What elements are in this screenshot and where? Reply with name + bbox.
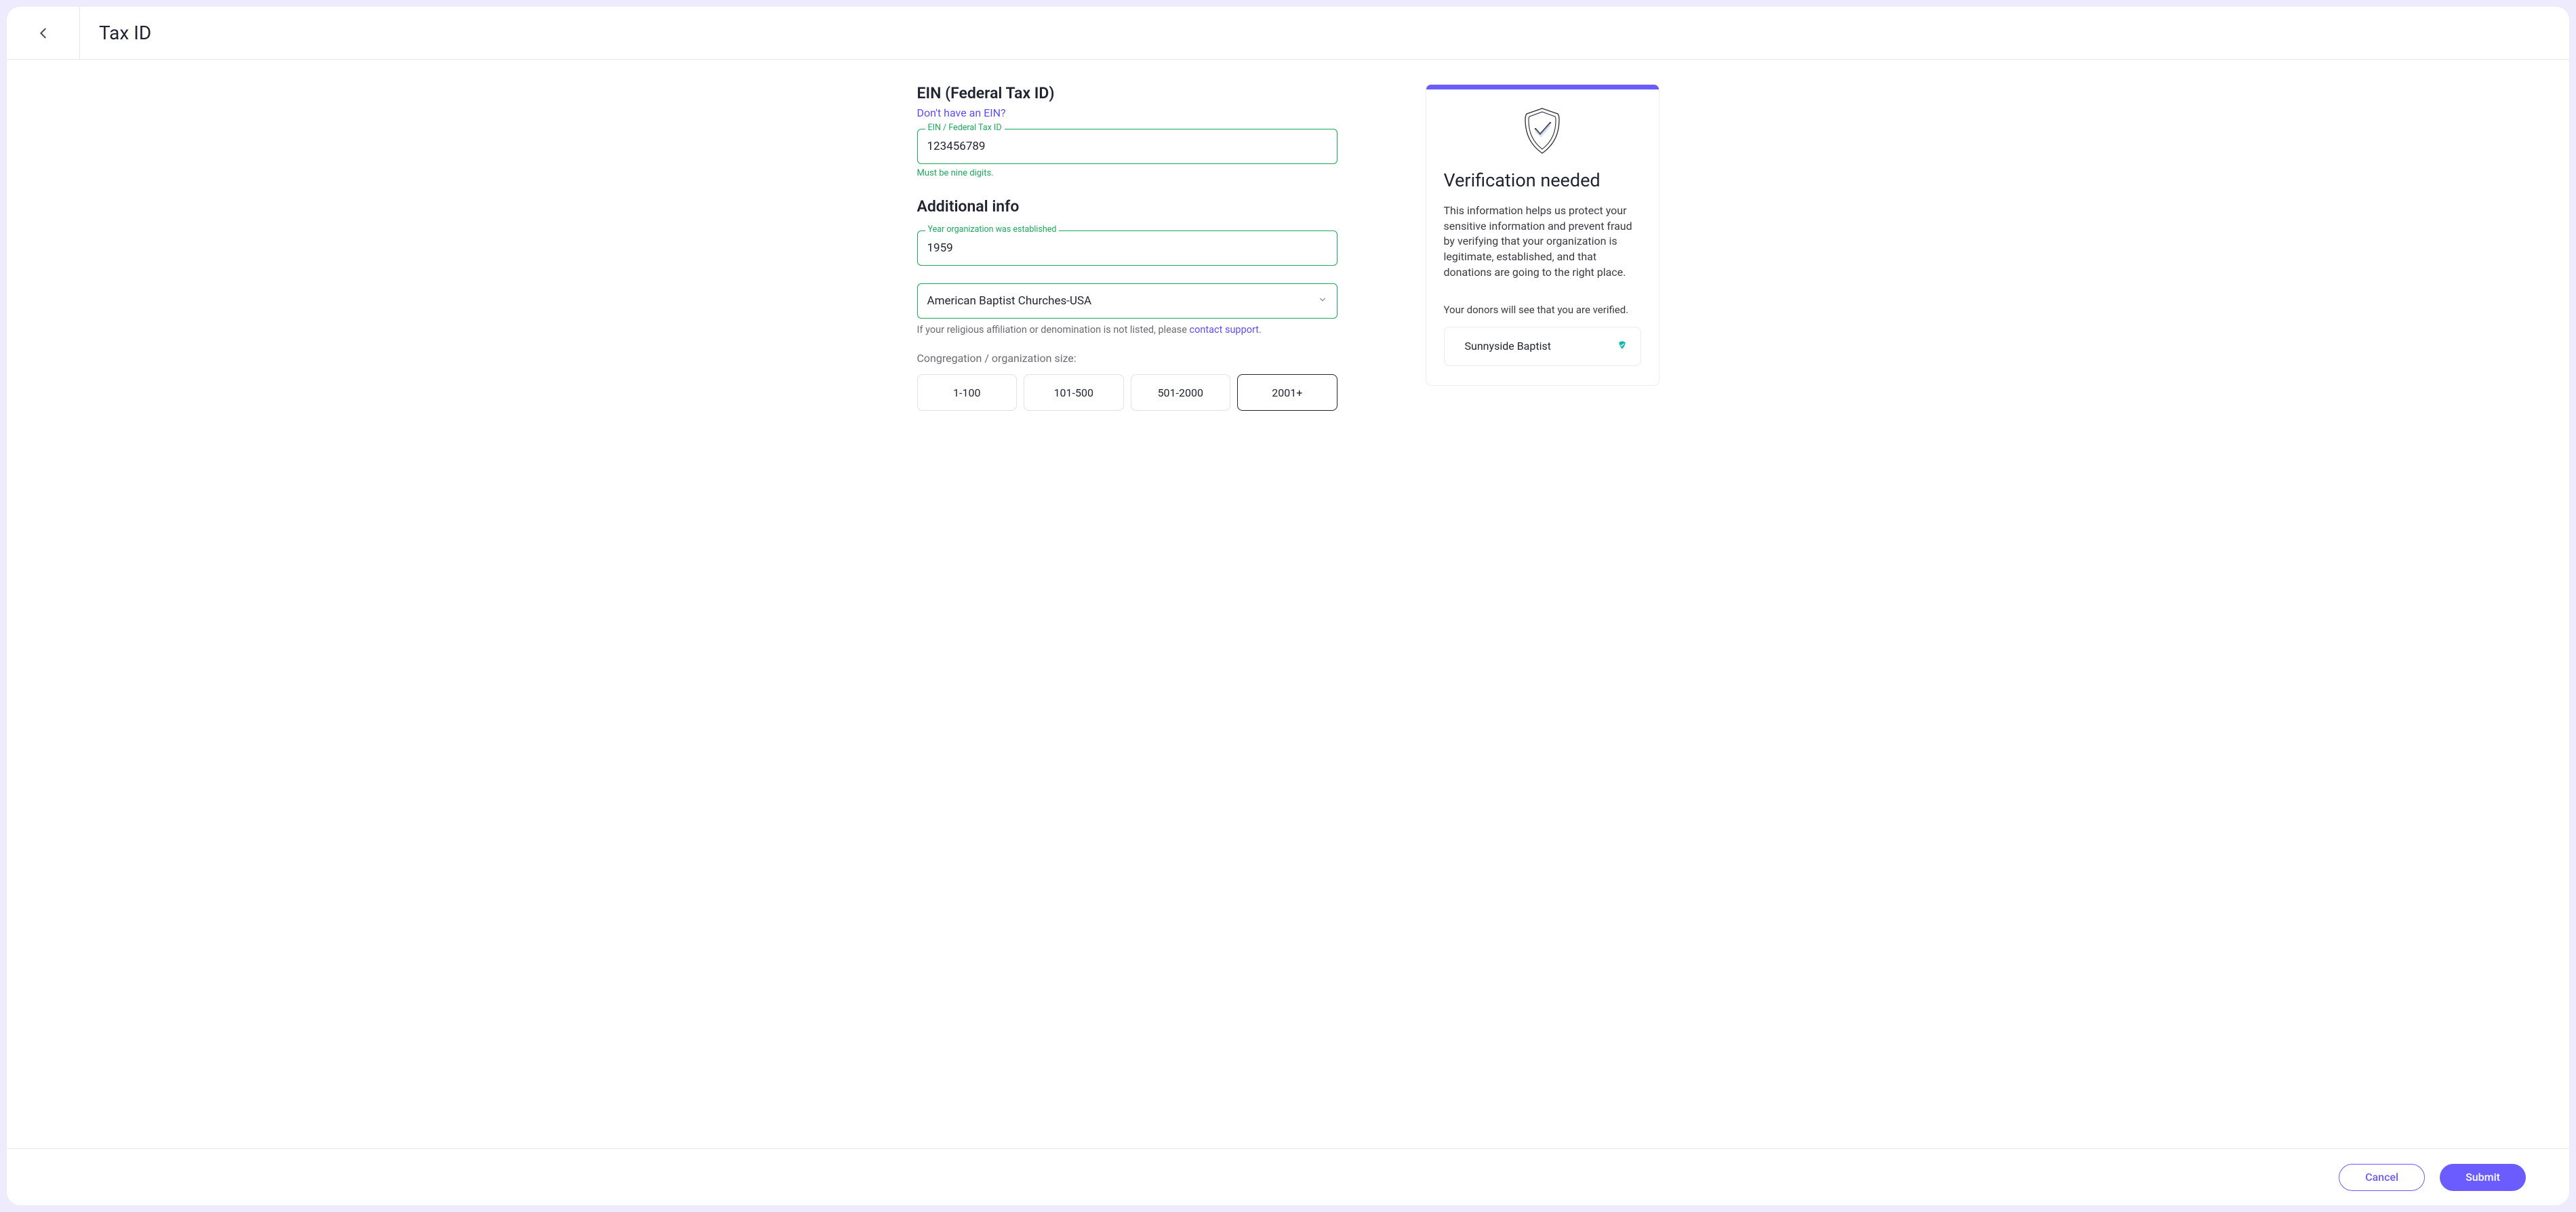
- verification-card-accent: [1426, 85, 1659, 89]
- size-option-1[interactable]: 101-500: [1024, 374, 1124, 411]
- form-column: EIN (Federal Tax ID) Don't have an EIN? …: [917, 84, 1337, 1148]
- year-input[interactable]: [917, 230, 1337, 266]
- size-option-0[interactable]: 1-100: [917, 374, 1018, 411]
- verification-description: This information helps us protect your s…: [1444, 203, 1641, 281]
- ein-help-link[interactable]: Don't have an EIN?: [917, 106, 1006, 119]
- chevron-down-icon: [1318, 294, 1327, 308]
- denomination-field: American Baptist Churches-USA: [917, 283, 1337, 319]
- submit-button[interactable]: Submit: [2440, 1164, 2526, 1191]
- contact-support-link[interactable]: contact support: [1190, 324, 1259, 336]
- verified-org-name: Sunnyside Baptist: [1465, 340, 1551, 352]
- side-column: Verification needed This information hel…: [1426, 84, 1659, 1148]
- ein-field-label: EIN / Federal Tax ID: [925, 123, 1005, 133]
- page-title: Tax ID: [80, 22, 151, 44]
- size-option-3[interactable]: 2001+: [1237, 374, 1337, 411]
- ein-field: EIN / Federal Tax ID: [917, 129, 1337, 164]
- size-chip-row: 1-100 101-500 501-2000 2001+: [917, 374, 1337, 411]
- chevron-left-icon: [36, 26, 51, 41]
- verification-title: Verification needed: [1444, 169, 1641, 191]
- denomination-hint: If your religious affiliation or denomin…: [917, 324, 1337, 336]
- year-field: Year organization was established: [917, 230, 1337, 266]
- verification-donor-note: Your donors will see that you are verifi…: [1444, 304, 1641, 316]
- cancel-button[interactable]: Cancel: [2339, 1164, 2425, 1191]
- ein-input[interactable]: [917, 129, 1337, 164]
- shield-check-icon: [1444, 106, 1641, 157]
- verified-badge-icon: [1617, 340, 1627, 352]
- additional-heading: Additional info: [917, 197, 1337, 216]
- topbar: Tax ID: [7, 7, 2569, 60]
- ein-helper-text: Must be nine digits.: [917, 168, 1337, 178]
- denomination-select-value: American Baptist Churches-USA: [927, 294, 1092, 308]
- size-label: Congregation / organization size:: [917, 352, 1337, 365]
- verification-card: Verification needed This information hel…: [1426, 84, 1659, 386]
- size-option-2[interactable]: 501-2000: [1131, 374, 1231, 411]
- year-field-label: Year organization was established: [925, 224, 1060, 235]
- main-content: EIN (Federal Tax ID) Don't have an EIN? …: [7, 60, 2569, 1148]
- back-button[interactable]: [7, 7, 80, 59]
- denomination-select[interactable]: American Baptist Churches-USA: [917, 283, 1337, 319]
- footer: Cancel Submit: [7, 1148, 2569, 1205]
- verified-org-preview: Sunnyside Baptist: [1444, 327, 1641, 366]
- ein-heading: EIN (Federal Tax ID): [917, 84, 1337, 102]
